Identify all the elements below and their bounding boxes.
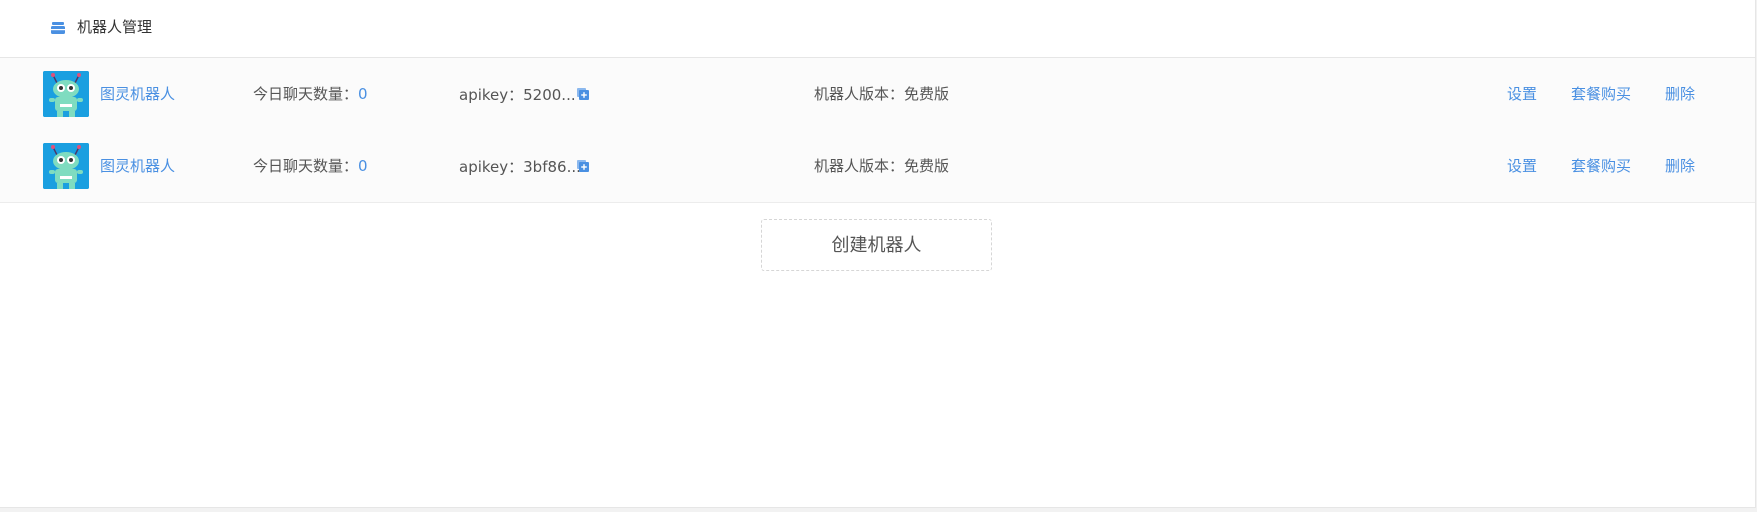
chat-count-label: 今日聊天数量： xyxy=(253,85,359,103)
page-title: 机器人管理 xyxy=(77,18,153,36)
settings-link[interactable]: 设置 xyxy=(1507,156,1537,176)
chat-count-label: 今日聊天数量： xyxy=(253,157,359,175)
chat-count-value: 0 xyxy=(358,157,368,175)
robot-avatar-icon xyxy=(43,143,89,189)
robot-version: 机器人版本：免费版 xyxy=(814,157,950,175)
robot-version: 机器人版本：免费版 xyxy=(814,85,950,103)
buy-package-link[interactable]: 套餐购买 xyxy=(1571,84,1631,104)
robot-name-link[interactable]: 图灵机器人 xyxy=(100,84,175,104)
robot-avatar[interactable] xyxy=(43,71,89,117)
delete-link[interactable]: 删除 xyxy=(1665,156,1695,176)
apikey-text: apikey：3bf86... xyxy=(459,158,581,176)
chat-count: 今日聊天数量：0 xyxy=(253,156,368,176)
chat-count-value: 0 xyxy=(358,85,368,103)
robot-management-icon xyxy=(51,22,65,34)
robot-row: 图灵机器人 今日聊天数量：0 apikey：5200... 机器人版本：免费版 … xyxy=(0,58,1755,131)
buy-package-link[interactable]: 套餐购买 xyxy=(1571,156,1631,176)
robot-name-link[interactable]: 图灵机器人 xyxy=(100,156,175,176)
robot-avatar[interactable] xyxy=(43,143,89,189)
delete-link[interactable]: 删除 xyxy=(1665,84,1695,104)
robot-row: 图灵机器人 今日聊天数量：0 apikey：3bf86... 机器人版本：免费版… xyxy=(0,130,1755,203)
robot-management-panel: 机器人管理 图灵机器人 今日聊天数量：0 apikey：5200... 机器人版… xyxy=(0,0,1756,508)
copy-apikey-icon[interactable] xyxy=(576,87,590,101)
create-robot-button[interactable]: 创建机器人 xyxy=(761,219,992,271)
page: 机器人管理 图灵机器人 今日聊天数量：0 apikey：5200... 机器人版… xyxy=(0,0,1757,512)
apikey-text: apikey：5200... xyxy=(459,86,576,104)
settings-link[interactable]: 设置 xyxy=(1507,84,1537,104)
page-header: 机器人管理 xyxy=(0,0,1755,58)
copy-apikey-icon[interactable] xyxy=(576,159,590,173)
robot-avatar-icon xyxy=(43,71,89,117)
chat-count: 今日聊天数量：0 xyxy=(253,84,368,104)
